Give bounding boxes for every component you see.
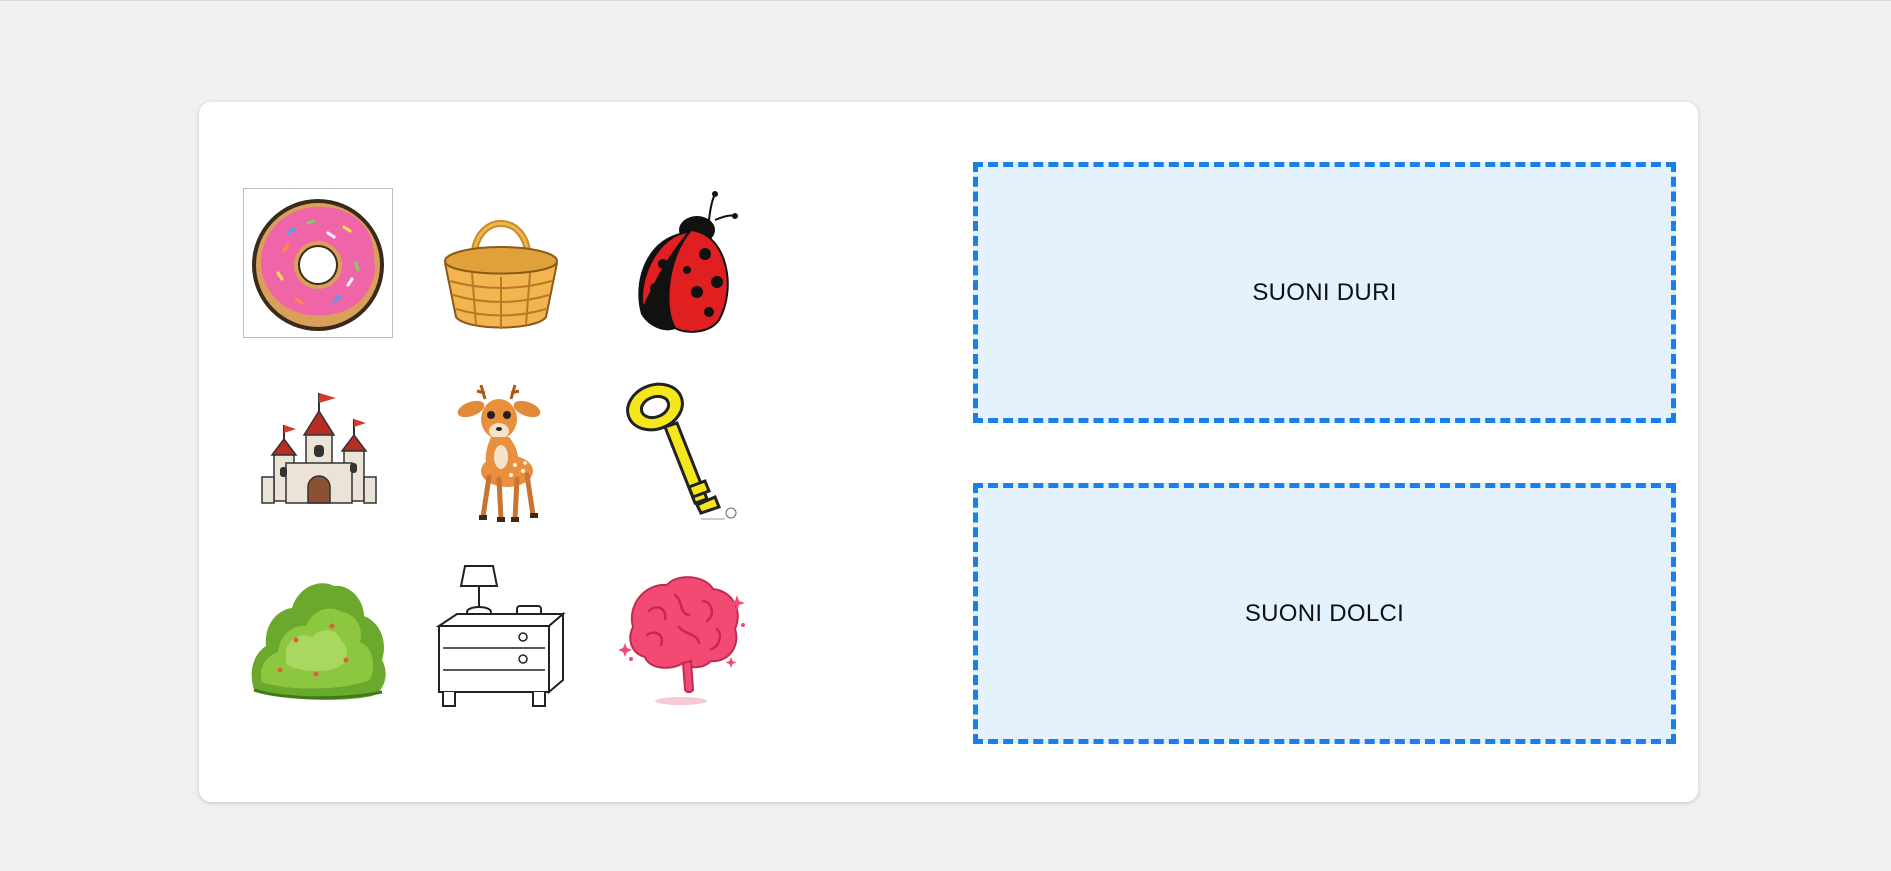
deer-icon — [457, 384, 541, 522]
dropzone-label: SUONI DOLCI — [1244, 599, 1405, 627]
item-castle[interactable] — [243, 376, 393, 526]
item-basket[interactable] — [426, 188, 576, 338]
brain-icon — [619, 575, 745, 705]
donut-icon — [252, 199, 384, 331]
item-nightstand[interactable] — [426, 562, 576, 712]
dropzone-label: SUONI DURI — [1252, 278, 1397, 306]
key-icon — [626, 382, 737, 519]
basket-icon — [444, 219, 558, 329]
item-bush[interactable] — [243, 562, 393, 712]
bush-icon — [251, 582, 386, 700]
item-key[interactable] — [609, 376, 759, 526]
nightstand-icon — [435, 565, 566, 707]
item-brain[interactable] — [609, 562, 759, 712]
dropzone-suoni-dolci[interactable]: SUONI DOLCI — [973, 483, 1676, 744]
exercise-card: SUONI DURI SUONI DOLCI — [199, 102, 1698, 802]
castle-icon — [260, 392, 377, 504]
item-ladybug[interactable] — [609, 188, 759, 338]
item-donut[interactable] — [243, 188, 393, 338]
ladybug-icon — [638, 191, 738, 333]
item-deer[interactable] — [426, 376, 576, 526]
top-divider — [0, 0, 1891, 1]
dropzone-suoni-duri[interactable]: SUONI DURI — [973, 162, 1676, 423]
